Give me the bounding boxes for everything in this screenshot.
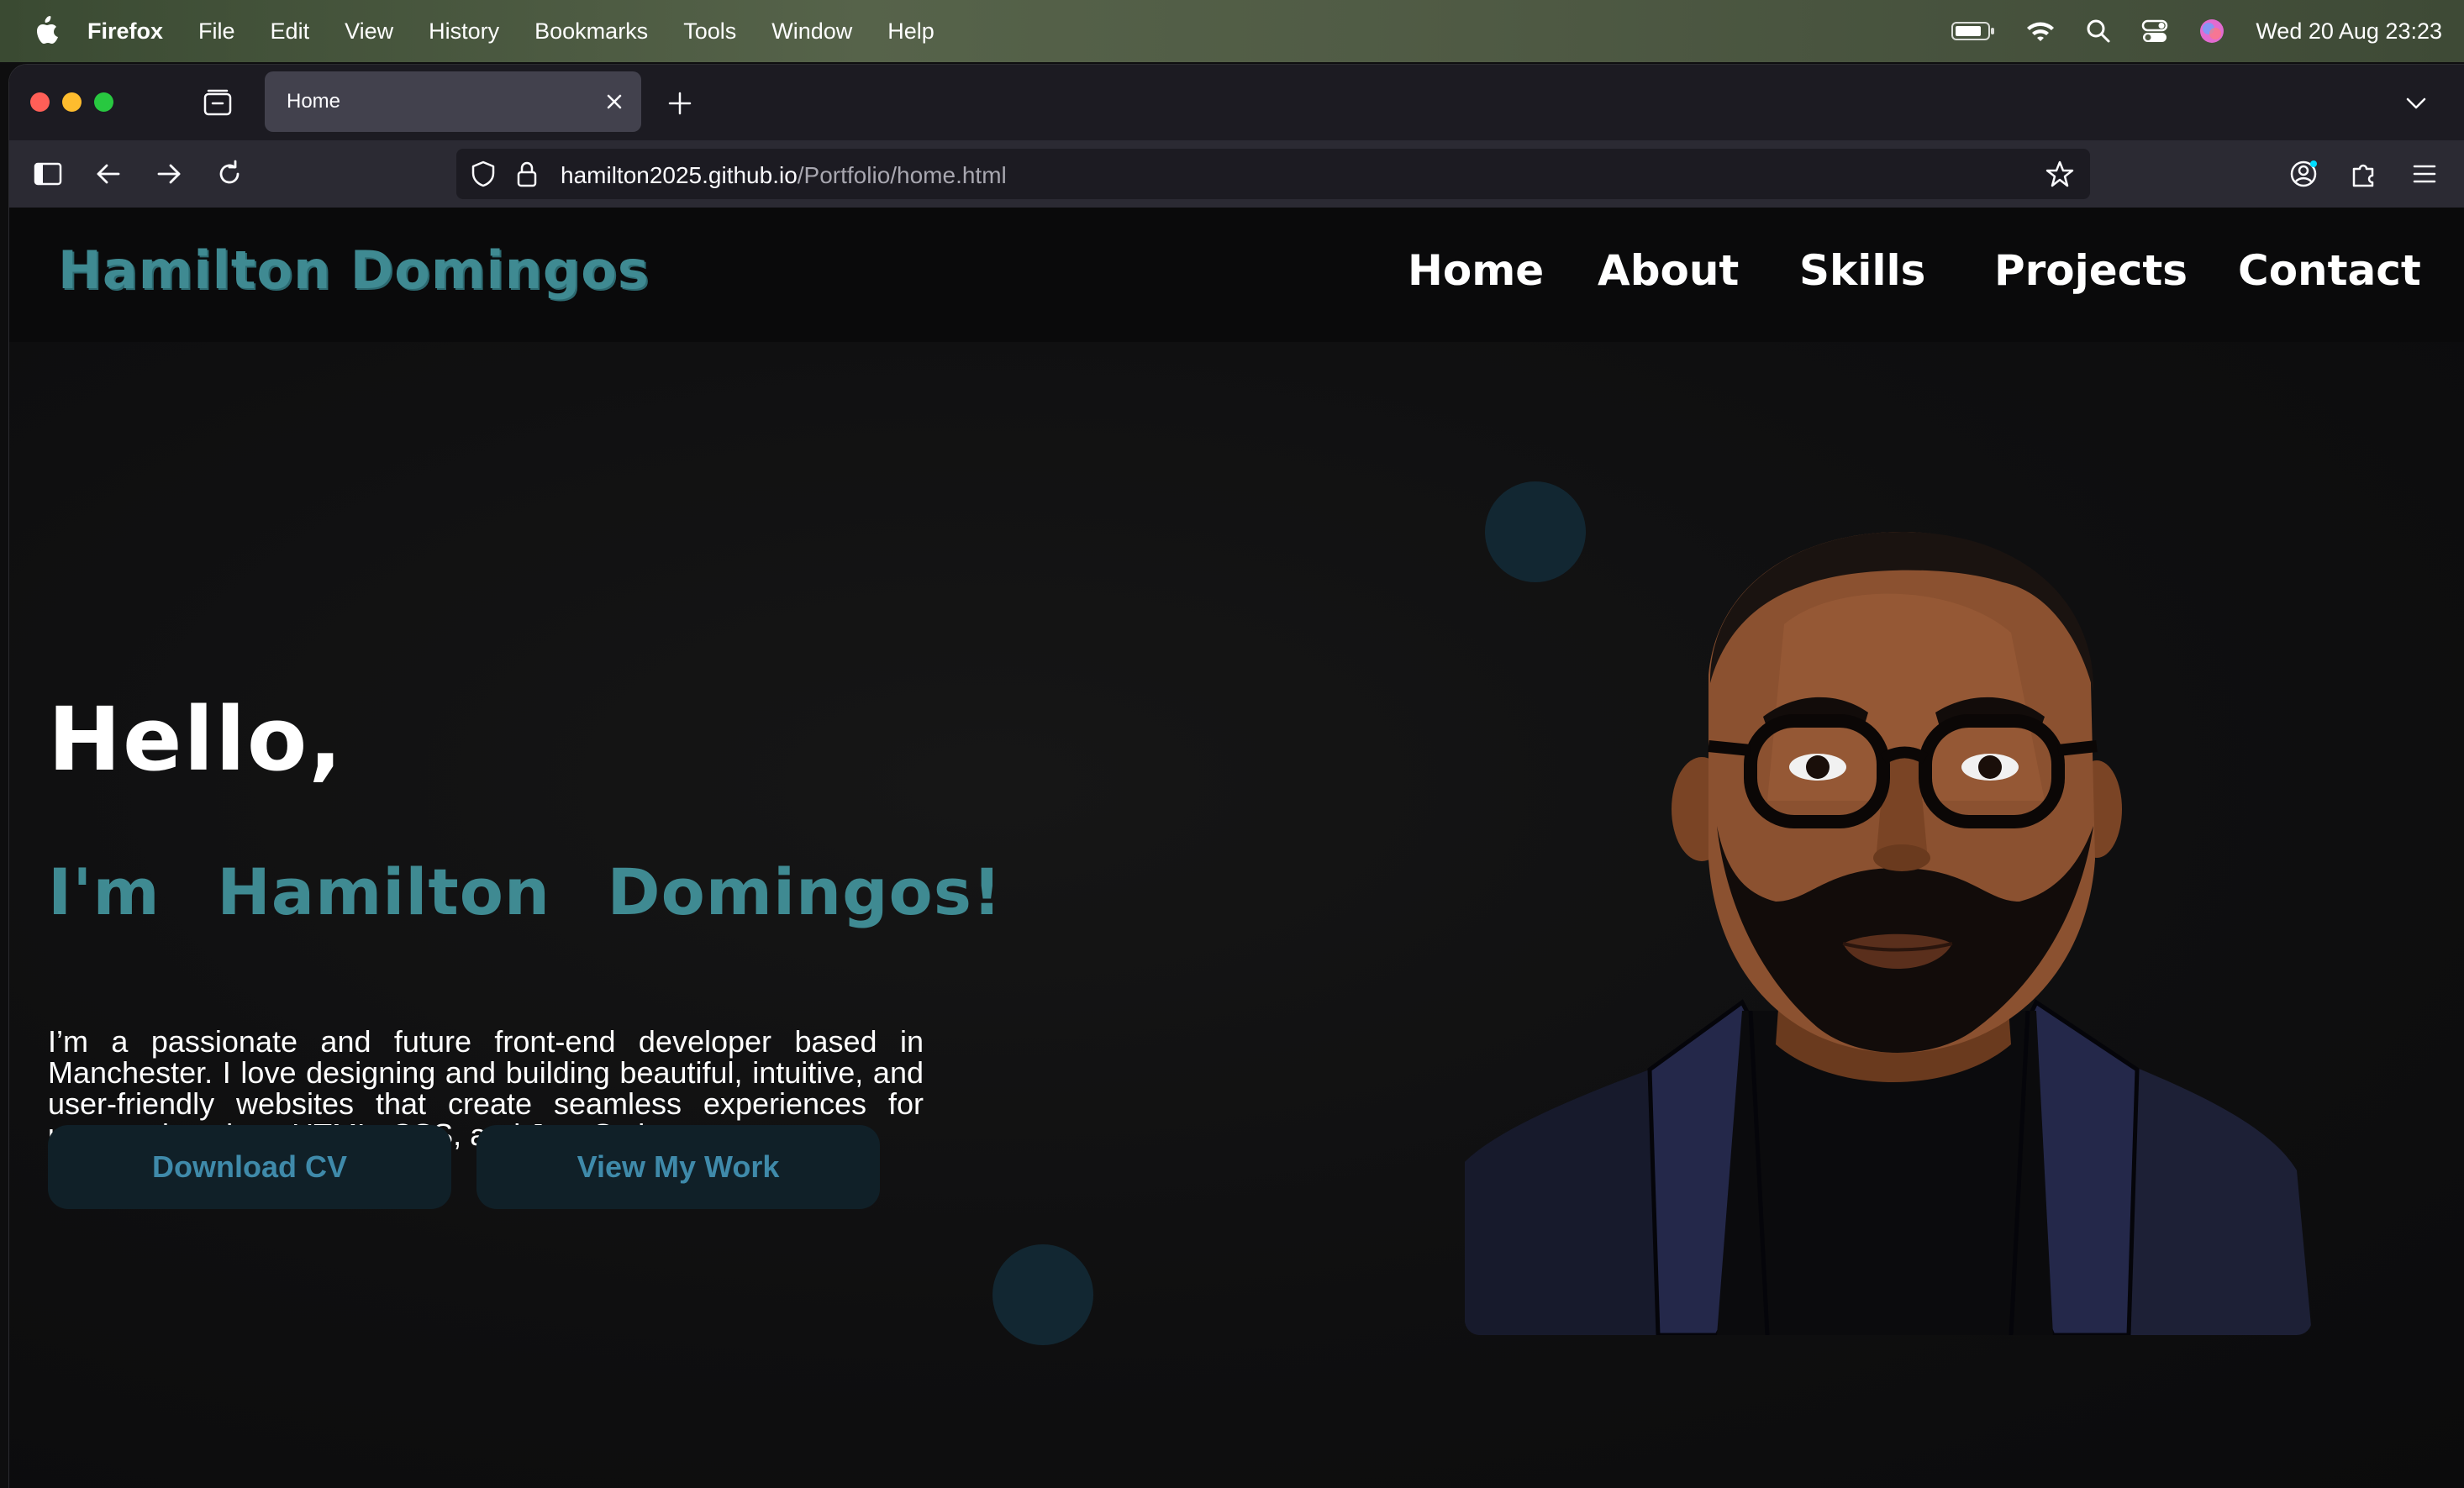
- menu-bookmarks[interactable]: Bookmarks: [534, 18, 648, 45]
- menu-file[interactable]: File: [198, 18, 235, 45]
- download-cv-button[interactable]: Download CV: [48, 1125, 451, 1209]
- menu-help[interactable]: Help: [887, 18, 935, 45]
- tab-home[interactable]: Home: [265, 71, 641, 132]
- sidebar-toggle-icon[interactable]: [31, 157, 65, 191]
- site-header: Hamilton Domingos Home About Skills Proj…: [9, 208, 2464, 342]
- url-host: hamilton2025.github.io: [561, 162, 798, 188]
- decorative-bubble: [992, 1244, 1093, 1345]
- forward-arrow-icon[interactable]: [152, 157, 186, 191]
- hero-subtitle: I'm Hamilton Domingos!: [48, 854, 1003, 929]
- nav-link-contact[interactable]: Contact: [2238, 246, 2421, 295]
- zoom-window-button[interactable]: [94, 92, 113, 112]
- wifi-icon[interactable]: [2025, 19, 2056, 43]
- nav-link-about[interactable]: About: [1598, 246, 1739, 295]
- nav-link-home[interactable]: Home: [1408, 246, 1544, 295]
- back-arrow-icon[interactable]: [92, 157, 125, 191]
- site-logo[interactable]: Hamilton Domingos: [58, 239, 650, 301]
- url-path: /Portfolio/home.html: [797, 162, 1007, 188]
- web-page: Hamilton Domingos Home About Skills Proj…: [9, 208, 2464, 1488]
- nav-link-skills[interactable]: Skills: [1799, 246, 1925, 295]
- close-tab-icon[interactable]: [603, 90, 626, 113]
- browser-window: Home hamilton2025.github.io/Portfolio/ho…: [8, 64, 2464, 1488]
- spotlight-search-icon[interactable]: [2086, 18, 2111, 44]
- tab-title: Home: [287, 90, 341, 113]
- hamburger-menu-icon[interactable]: [2408, 157, 2441, 191]
- navigation-toolbar: hamilton2025.github.io/Portfolio/home.ht…: [9, 140, 2464, 208]
- menu-window[interactable]: Window: [771, 18, 852, 45]
- list-all-tabs-chevron-down-icon[interactable]: [2401, 88, 2431, 118]
- menu-tools[interactable]: Tools: [683, 18, 736, 45]
- extensions-puzzle-icon[interactable]: [2347, 157, 2381, 191]
- minimize-window-button[interactable]: [62, 92, 82, 112]
- menu-history[interactable]: History: [429, 18, 499, 45]
- url-text[interactable]: hamilton2025.github.io/Portfolio/home.ht…: [561, 162, 1007, 189]
- menubar-status-area: Wed 20 Aug 23:23: [1951, 0, 2442, 62]
- new-tab-plus-icon[interactable]: [663, 87, 697, 120]
- battery-icon[interactable]: [1951, 20, 1995, 42]
- firefox-view-icon[interactable]: [201, 87, 234, 120]
- lock-icon[interactable]: [512, 159, 542, 189]
- bookmark-star-icon[interactable]: [2045, 159, 2075, 189]
- close-window-button[interactable]: [30, 92, 50, 112]
- view-my-work-button[interactable]: View My Work: [476, 1125, 880, 1209]
- tab-bar: Home: [9, 65, 2464, 140]
- account-icon[interactable]: [2287, 157, 2320, 191]
- menu-edit[interactable]: Edit: [271, 18, 310, 45]
- hero-greeting: Hello,: [48, 688, 344, 791]
- reload-icon[interactable]: [213, 157, 246, 191]
- macos-menubar: Firefox File Edit View History Bookmarks…: [0, 0, 2464, 62]
- menubar-clock[interactable]: Wed 20 Aug 23:23: [2256, 18, 2442, 45]
- address-bar[interactable]: hamilton2025.github.io/Portfolio/home.ht…: [456, 149, 2090, 199]
- apple-logo-icon[interactable]: [32, 15, 59, 47]
- menu-view[interactable]: View: [345, 18, 393, 45]
- control-center-icon[interactable]: [2141, 18, 2168, 44]
- tracking-protection-shield-icon[interactable]: [468, 159, 498, 189]
- menu-app-name[interactable]: Firefox: [87, 18, 163, 45]
- profile-portrait-illustration: [1465, 532, 2312, 1335]
- siri-icon[interactable]: [2198, 18, 2225, 45]
- nav-link-projects[interactable]: Projects: [1994, 246, 2188, 295]
